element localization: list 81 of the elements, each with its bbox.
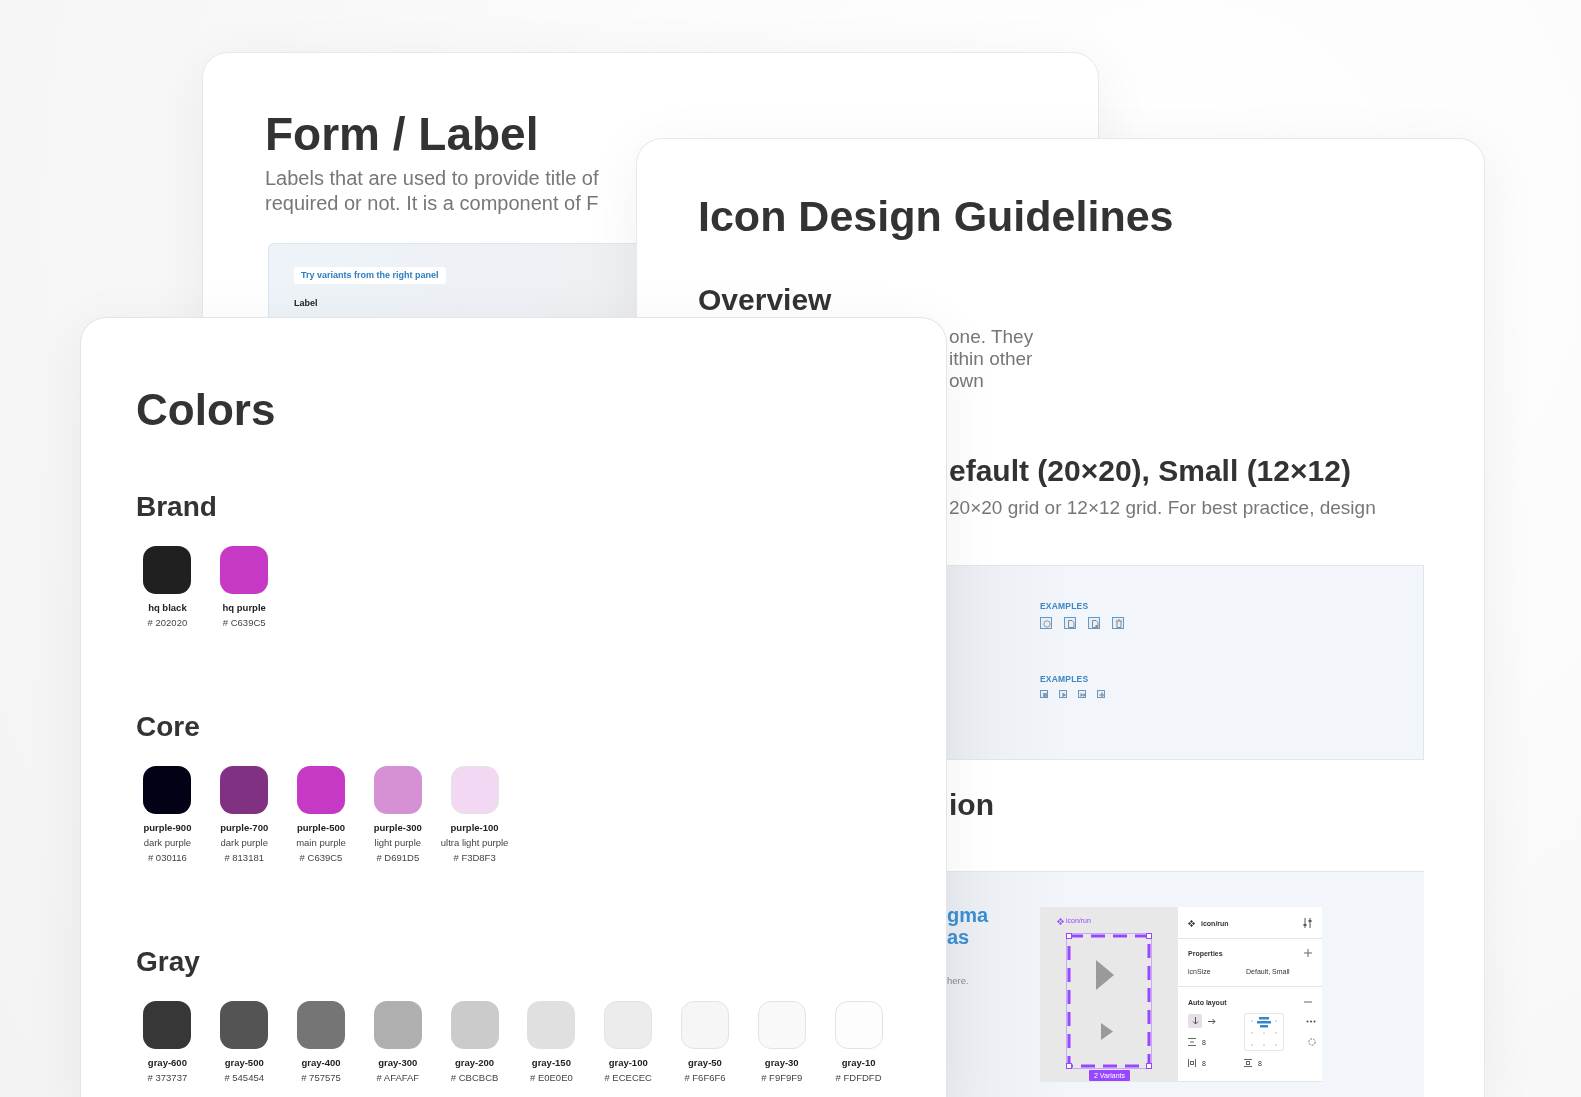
- color-name: gray-200: [455, 1056, 495, 1070]
- hex-code: # 202020: [147, 616, 188, 630]
- color-description: dark purple: [143, 836, 192, 850]
- clip-icon: [1308, 1038, 1316, 1046]
- page-title: Form / Label: [265, 107, 539, 162]
- color-name: gray-600: [147, 1056, 187, 1070]
- minus-icon: [1304, 998, 1312, 1006]
- examples-label: EXAMPLES: [1040, 600, 1090, 613]
- hex-code: # AFAFAF: [376, 1071, 420, 1085]
- group-heading: Gray: [136, 945, 200, 979]
- sliders-icon: [1303, 918, 1312, 928]
- hex-code: # 373737: [147, 1071, 188, 1085]
- play-icon: [1101, 1023, 1113, 1040]
- group-heading: Brand: [136, 490, 217, 524]
- hex-code: # F3D8F3: [453, 851, 496, 865]
- color-description: light purple: [374, 836, 422, 850]
- hex-code: # F6F6F6: [684, 1071, 726, 1085]
- spacing-icon: [1188, 1038, 1196, 1046]
- color-name: gray-300: [378, 1056, 418, 1070]
- color-name: gray-500: [224, 1056, 264, 1070]
- document-icon: [1064, 617, 1076, 629]
- field-label: Label: [294, 297, 319, 310]
- hint-badge: Try variants from the right panel: [294, 267, 446, 284]
- paragraph-text: 20×20 grid or 12×12 grid. For best practice, design: [949, 496, 1376, 520]
- hex-code: # F9F9F9: [761, 1071, 803, 1085]
- color-name: gray-50: [688, 1056, 722, 1070]
- component-icon: [1057, 917, 1064, 925]
- hex-code: # 030116: [147, 851, 187, 865]
- hex-code: # FDFDFD: [835, 1071, 882, 1085]
- panel-title: gma as: [947, 904, 989, 948]
- color-name: gray-100: [608, 1056, 648, 1070]
- hex-code: # 813181: [224, 851, 264, 865]
- color-name: purple-700: [220, 821, 269, 835]
- play-icon: [1059, 690, 1067, 698]
- color-name: hq black: [148, 601, 187, 615]
- plus-icon: [1304, 949, 1312, 957]
- page-title: Icon Design Guidelines: [698, 191, 1174, 242]
- color-name: hq purple: [222, 601, 266, 615]
- arrow-down-icon: [1191, 1017, 1199, 1025]
- hex-code: # D691D5: [376, 851, 420, 865]
- color-name: gray-150: [531, 1056, 571, 1070]
- trash-icon: [1112, 617, 1124, 629]
- square-icon: [1040, 690, 1048, 698]
- color-name: purple-100: [450, 821, 499, 835]
- hex-code: # 545454: [224, 1071, 264, 1085]
- hex-code: # C639C5: [299, 851, 343, 865]
- hex-code: # 757575: [301, 1071, 341, 1085]
- section-heading: ion: [949, 787, 994, 823]
- examples-label: EXAMPLES: [1040, 673, 1090, 686]
- note-text: here.: [947, 974, 970, 988]
- circle-icon: [1040, 617, 1052, 629]
- component-icon: [1188, 919, 1195, 927]
- skip-icon: [1078, 690, 1086, 698]
- padding-icon: [1244, 1059, 1252, 1067]
- arrow-right-icon: [1208, 1017, 1216, 1025]
- color-name: gray-400: [301, 1056, 341, 1070]
- document-icon: [1088, 617, 1100, 629]
- color-name: purple-900: [143, 821, 192, 835]
- color-name: gray-30: [764, 1056, 799, 1070]
- hex-code: # ECECEC: [604, 1071, 652, 1085]
- paragraph-text: one. They ithin other own: [949, 326, 1034, 392]
- color-name: purple-300: [373, 821, 422, 835]
- color-description: ultra light purple: [440, 836, 509, 850]
- color-name: gray-10: [841, 1056, 876, 1070]
- hex-code: # CBCBCB: [450, 1071, 499, 1085]
- page-title: Colors: [136, 384, 276, 436]
- direction-button[interactable]: [1188, 1014, 1202, 1028]
- hex-code: # E0E0E0: [530, 1071, 573, 1085]
- section-heading: efault (20×20), Small (12×12): [949, 453, 1351, 489]
- group-heading: Core: [136, 710, 200, 744]
- play-icon: [1096, 960, 1114, 990]
- alignment-grid[interactable]: [1244, 1013, 1284, 1051]
- section-heading: Overview: [698, 282, 832, 318]
- plus-icon: [1097, 690, 1105, 698]
- color-description: main purple: [296, 836, 346, 850]
- hex-code: # C639C5: [222, 616, 266, 630]
- description-text: Labels that are used to provide title of required or not. It is a component of F: [265, 166, 599, 216]
- color-name: purple-500: [296, 821, 345, 835]
- more-icon: [1306, 1019, 1316, 1023]
- color-description: dark purple: [220, 836, 268, 850]
- padding-icon: [1188, 1059, 1196, 1067]
